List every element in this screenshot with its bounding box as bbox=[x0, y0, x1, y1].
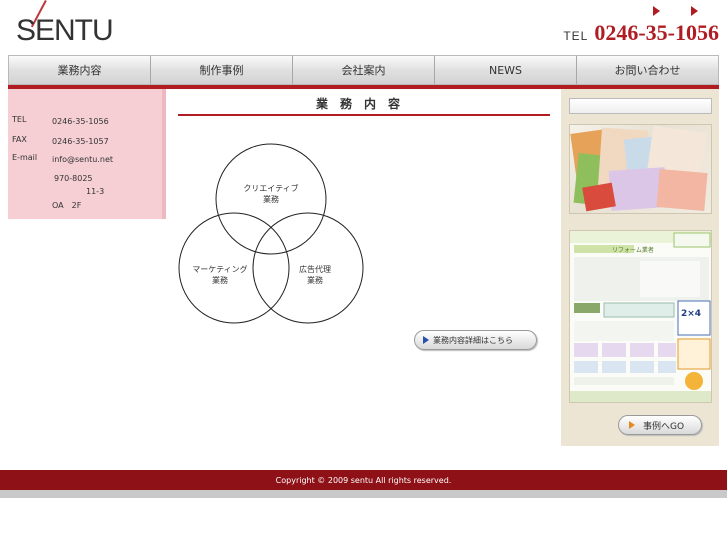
footer: Copyright © 2009 sentu All rights reserv… bbox=[0, 470, 727, 490]
right-sidebar: リフォーム業者 2×4 事例へGO bbox=[561, 89, 719, 446]
venn-label-marketing-line2: 業務 bbox=[212, 276, 228, 285]
website-badge-text: 2×4 bbox=[681, 309, 702, 319]
arrow-right-icon bbox=[691, 6, 698, 16]
logo[interactable]: SENTU bbox=[8, 0, 114, 50]
nav-item-works[interactable]: 制作事例 bbox=[151, 56, 293, 84]
play-icon bbox=[629, 421, 635, 429]
contact-fax-value: 0246-35-1057 bbox=[52, 137, 109, 146]
nav-item-news[interactable]: NEWS bbox=[435, 56, 577, 84]
sidebar-banner-box bbox=[569, 98, 712, 114]
works-go-button[interactable]: 事例へGO bbox=[618, 415, 702, 435]
services-detail-button[interactable]: 業務内容詳細はこちら bbox=[414, 330, 537, 350]
venn-label-creative-line1: クリエイティブ bbox=[243, 184, 299, 193]
footer-bottom-bar bbox=[0, 490, 727, 498]
contact-email-value[interactable]: info@sentu.net bbox=[52, 155, 113, 164]
venn-label-creative: クリエイティブ 業務 bbox=[231, 183, 311, 205]
contact-box: TEL 0246-35-1056 FAX 0246-35-1057 E-mail… bbox=[8, 89, 166, 219]
nav-item-company[interactable]: 会社案内 bbox=[293, 56, 435, 84]
tel-label: TEL bbox=[563, 29, 589, 43]
arrow-right-icon bbox=[653, 6, 660, 16]
works-thumbnail-magazines[interactable] bbox=[569, 124, 712, 214]
venn-label-agency-line2: 業務 bbox=[307, 276, 323, 285]
contact-email-key: E-mail bbox=[12, 153, 38, 162]
nav-item-contact[interactable]: お問い合わせ bbox=[577, 56, 718, 84]
nav-item-services[interactable]: 業務内容 bbox=[9, 56, 151, 84]
global-nav: 業務内容 制作事例 会社案内 NEWS お問い合わせ bbox=[8, 55, 719, 85]
contact-zip: 970-8025 bbox=[54, 174, 93, 183]
contact-building: OA 2F bbox=[52, 201, 82, 210]
header-tel: TEL 0246-35-1056 bbox=[563, 20, 719, 46]
venn-label-agency-line1: 広告代理 bbox=[299, 265, 331, 274]
tel-number: 0246-35-1056 bbox=[594, 20, 719, 45]
logo-text: SENTU bbox=[16, 14, 114, 47]
contact-fax-key: FAX bbox=[12, 135, 27, 144]
services-detail-label: 業務内容詳細はこちら bbox=[433, 335, 513, 345]
venn-svg bbox=[178, 143, 364, 324]
play-icon bbox=[423, 336, 429, 344]
section-title: 業務内容 bbox=[315, 97, 412, 111]
website-banner-text: リフォーム業者 bbox=[612, 247, 654, 254]
copyright-text: Copyright © 2009 sentu All rights reserv… bbox=[275, 475, 452, 485]
venn-label-agency: 広告代理 業務 bbox=[285, 264, 345, 286]
contact-tel-key: TEL bbox=[12, 115, 27, 124]
works-go-label: 事例へGO bbox=[643, 421, 685, 432]
venn-label-marketing-line1: マーケティング bbox=[192, 265, 248, 274]
contact-tel-value: 0246-35-1056 bbox=[52, 117, 109, 126]
contact-address: 11-3 bbox=[86, 187, 105, 196]
works-thumbnail-website[interactable]: リフォーム業者 2×4 bbox=[569, 230, 712, 403]
section-underline bbox=[178, 114, 550, 116]
venn-label-creative-line2: 業務 bbox=[263, 195, 279, 204]
magazines-image bbox=[570, 125, 708, 212]
venn-label-marketing: マーケティング 業務 bbox=[180, 264, 260, 286]
venn-diagram: クリエイティブ 業務 マーケティング 業務 広告代理 業務 bbox=[175, 140, 375, 330]
